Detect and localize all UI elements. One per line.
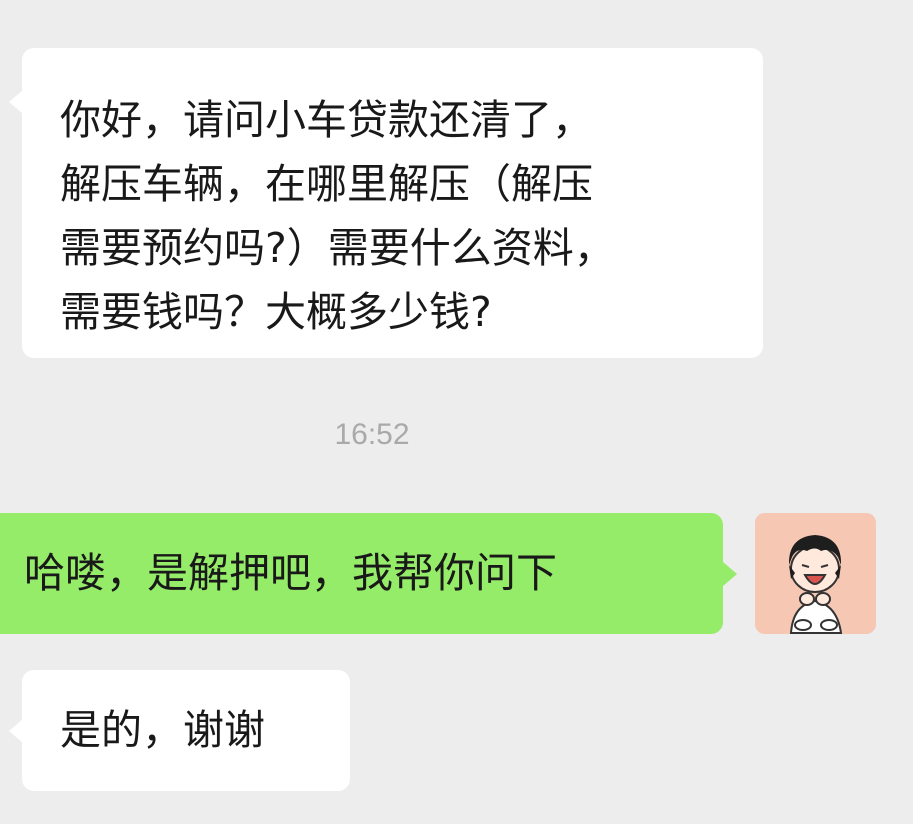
incoming-bubble-tail (9, 719, 23, 743)
message-line: 需要预约吗?）需要什么资料， (60, 224, 615, 272)
outgoing-bubble-tail (723, 562, 737, 586)
avatar[interactable] (755, 513, 876, 634)
incoming-message-bubble[interactable]: 你好，请问小车贷款还清了， 解压车辆，在哪里解压（解压 需要预约吗?）需要什么资… (22, 48, 763, 358)
message-timestamp: 16:52 (334, 418, 410, 451)
message-line: 需要钱吗？大概多少钱? (60, 288, 492, 336)
message-line: 解压车辆，在哪里解压（解压 (60, 160, 593, 208)
incoming-message-bubble[interactable]: 是的，谢谢 (22, 670, 350, 791)
message-text: 哈喽，是解押吧，我帮你问下 (24, 549, 557, 597)
cartoon-girl-avatar-icon (755, 513, 876, 634)
incoming-bubble-tail (9, 90, 23, 114)
outgoing-message-bubble[interactable]: 哈喽，是解押吧，我帮你问下 (0, 513, 723, 634)
message-line: 你好，请问小车贷款还清了， (60, 96, 593, 144)
message-text: 是的，谢谢 (60, 706, 265, 754)
